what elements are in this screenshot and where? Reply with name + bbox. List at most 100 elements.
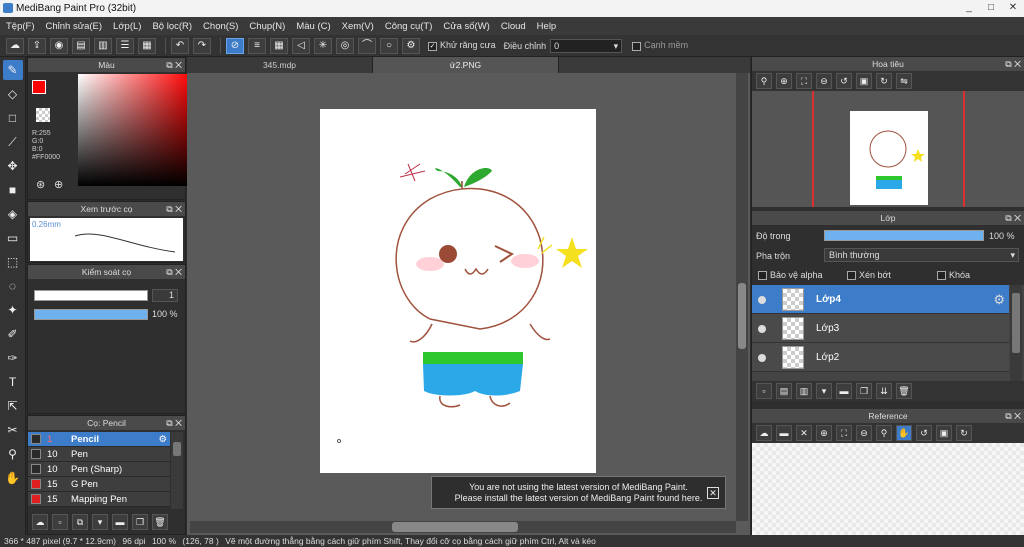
layer-opacity-slider[interactable] [824,230,984,241]
duplicate-layer-icon[interactable]: ❐ [856,383,872,399]
panel-controls-icon[interactable]: ⧉ ✕ [1005,409,1021,423]
close-icon[interactable]: ✕ [796,425,812,441]
merge-layer-icon[interactable]: ⇊ [876,383,892,399]
brush-size-field[interactable]: 1 [152,289,178,302]
close-icon[interactable]: ✕ [707,487,719,499]
brush-item-pen[interactable]: 10 Pen [28,447,170,462]
menu-select[interactable]: Chọn(S) [203,21,238,32]
new-halftone-layer-icon[interactable]: ▤ [776,383,792,399]
canvas-horizontal-scrollbar[interactable] [190,521,736,533]
rotate-right-icon[interactable]: ↻ [876,73,892,89]
curve-snap-icon[interactable]: ⌒ [358,37,376,54]
scrollbar-thumb[interactable] [1012,293,1020,353]
menu-window[interactable]: Cửa số(W) [443,21,489,32]
eye-icon[interactable] [758,296,766,304]
layer-row-2[interactable]: Lớp2 [752,343,1009,372]
soft-edge-checkbox[interactable]: Cạnh mềm [632,40,688,51]
panel-controls-icon[interactable]: ⧉ ✕ [1005,57,1021,71]
panel-controls-icon[interactable]: ⧉ ✕ [166,416,182,430]
maximize-button[interactable]: □ [980,0,1002,17]
save-icon[interactable]: ▥ [94,37,112,54]
grid-snap-icon[interactable]: ▦ [270,37,288,54]
new-document-icon[interactable]: ▤ [72,37,90,54]
panel-controls-icon[interactable]: ⧉ ✕ [1005,211,1021,225]
rotate-left-icon[interactable]: ↺ [916,425,932,441]
ellipse-snap-icon[interactable]: ○ [380,37,398,54]
gear-icon[interactable]: ⚙ [158,434,167,445]
eyedropper-icon[interactable]: ⚲ [876,425,892,441]
zoom-in-icon[interactable]: ⊕ [776,73,792,89]
flip-icon[interactable]: ⇋ [896,73,912,89]
adjust-select[interactable]: 0 ▾ [550,38,623,53]
line-tool-icon[interactable]: ⟋ [3,132,23,152]
chat-icon[interactable]: ◉ [50,37,68,54]
brush-opacity-slider[interactable] [34,309,148,320]
zoom-out-icon[interactable]: ⊖ [816,73,832,89]
brush-tool-icon[interactable]: ✎ [2,60,23,80]
menu-view[interactable]: Xem(V) [342,21,374,32]
zoom-in-icon[interactable]: ⊕ [816,425,832,441]
lock-checkbox[interactable]: Khóa [937,270,970,281]
zoom-search-icon[interactable]: ⚲ [756,73,772,89]
snap-off-icon[interactable]: ⊘ [226,37,244,54]
gradient-tool-icon[interactable]: ▭ [3,228,23,248]
text-tool-icon[interactable]: T [3,372,23,392]
hand-tool-icon[interactable]: ✋ [3,468,23,488]
menu-capture[interactable]: Chụp(N) [249,21,285,32]
protect-alpha-checkbox[interactable]: Bảo vệ alpha [758,270,823,281]
cloud-icon[interactable]: ☁ [6,37,24,54]
rectangle-tool-icon[interactable]: □ [3,108,23,128]
magic-wand-tool-icon[interactable]: ✦ [3,300,23,320]
select-rect-tool-icon[interactable]: ⬚ [3,252,23,272]
menu-filter[interactable]: Bộ lọc(R) [152,21,192,32]
folder-icon[interactable]: ▬ [112,514,128,530]
open-folder-icon[interactable]: ▬ [776,425,792,441]
panel-controls-icon[interactable]: ⧉ ✕ [166,202,182,216]
eye-icon[interactable] [758,354,766,362]
circle-snap-icon[interactable]: ◎ [336,37,354,54]
color-mode-icon[interactable]: ⊕ [54,178,63,191]
hand-icon[interactable]: ✋ [896,425,912,441]
operation-tool-icon[interactable]: ⇱ [3,396,23,416]
layer-row-3[interactable]: Lớp3 [752,314,1009,343]
cloud-brush-icon[interactable]: ☁ [32,514,48,530]
select-pen-tool-icon[interactable]: ✐ [3,324,23,344]
brush-item-g-pen[interactable]: 15 G Pen [28,477,170,492]
update-notice[interactable]: You are not using the latest version of … [431,476,726,509]
add-layer-dropdown-icon[interactable]: ▾ [816,383,832,399]
fit-screen-icon[interactable]: ⛶ [796,73,812,89]
reset-rotation-icon[interactable]: ▣ [856,73,872,89]
eye-icon[interactable] [758,325,766,333]
menu-file[interactable]: Tệp(F) [6,21,35,32]
antialias-checkbox[interactable]: ✓ Khử răng cưa [428,40,496,51]
radial-snap-icon[interactable]: ✳ [314,37,332,54]
menu-cloud[interactable]: Cloud [501,21,526,32]
tab-345-mdp[interactable]: 345.mdp [187,57,373,73]
eraser-tool-icon[interactable]: ◇ [3,84,23,104]
trash-icon[interactable]: 🗑 [896,383,912,399]
add-brush-dropdown-icon[interactable]: ▾ [92,514,108,530]
grid-icon[interactable]: ▦ [138,37,156,54]
lasso-tool-icon[interactable]: ◌ [3,276,23,296]
new-8bit-layer-icon[interactable]: ▥ [796,383,812,399]
fill-rect-tool-icon[interactable]: ■ [3,180,23,200]
scrollbar-thumb[interactable] [392,522,518,532]
parallel-snap-icon[interactable]: ≡ [248,37,266,54]
menu-edit[interactable]: Chỉnh sửa(E) [46,21,103,32]
folder-icon[interactable]: ▬ [836,383,852,399]
rotate-left-icon[interactable]: ↺ [836,73,852,89]
menu-help[interactable]: Help [537,21,557,32]
eyedropper-tool-icon[interactable]: ⚲ [3,444,23,464]
navigator-preview[interactable] [752,91,1024,207]
fit-screen-icon[interactable]: ⛶ [836,425,852,441]
reference-canvas[interactable] [752,443,1024,537]
duplicate-brush-icon[interactable]: ⧉ [72,514,88,530]
scrollbar-thumb[interactable] [173,442,181,456]
perspective-snap-icon[interactable]: ◁ [292,37,310,54]
reset-rotation-icon[interactable]: ▣ [936,425,952,441]
list-icon[interactable]: ☰ [116,37,134,54]
brush-size-slider[interactable] [34,290,148,301]
clip-checkbox[interactable]: Xén bớt [847,270,891,281]
minimize-button[interactable]: _ [958,0,980,17]
canvas-vertical-scrollbar[interactable] [736,73,748,521]
